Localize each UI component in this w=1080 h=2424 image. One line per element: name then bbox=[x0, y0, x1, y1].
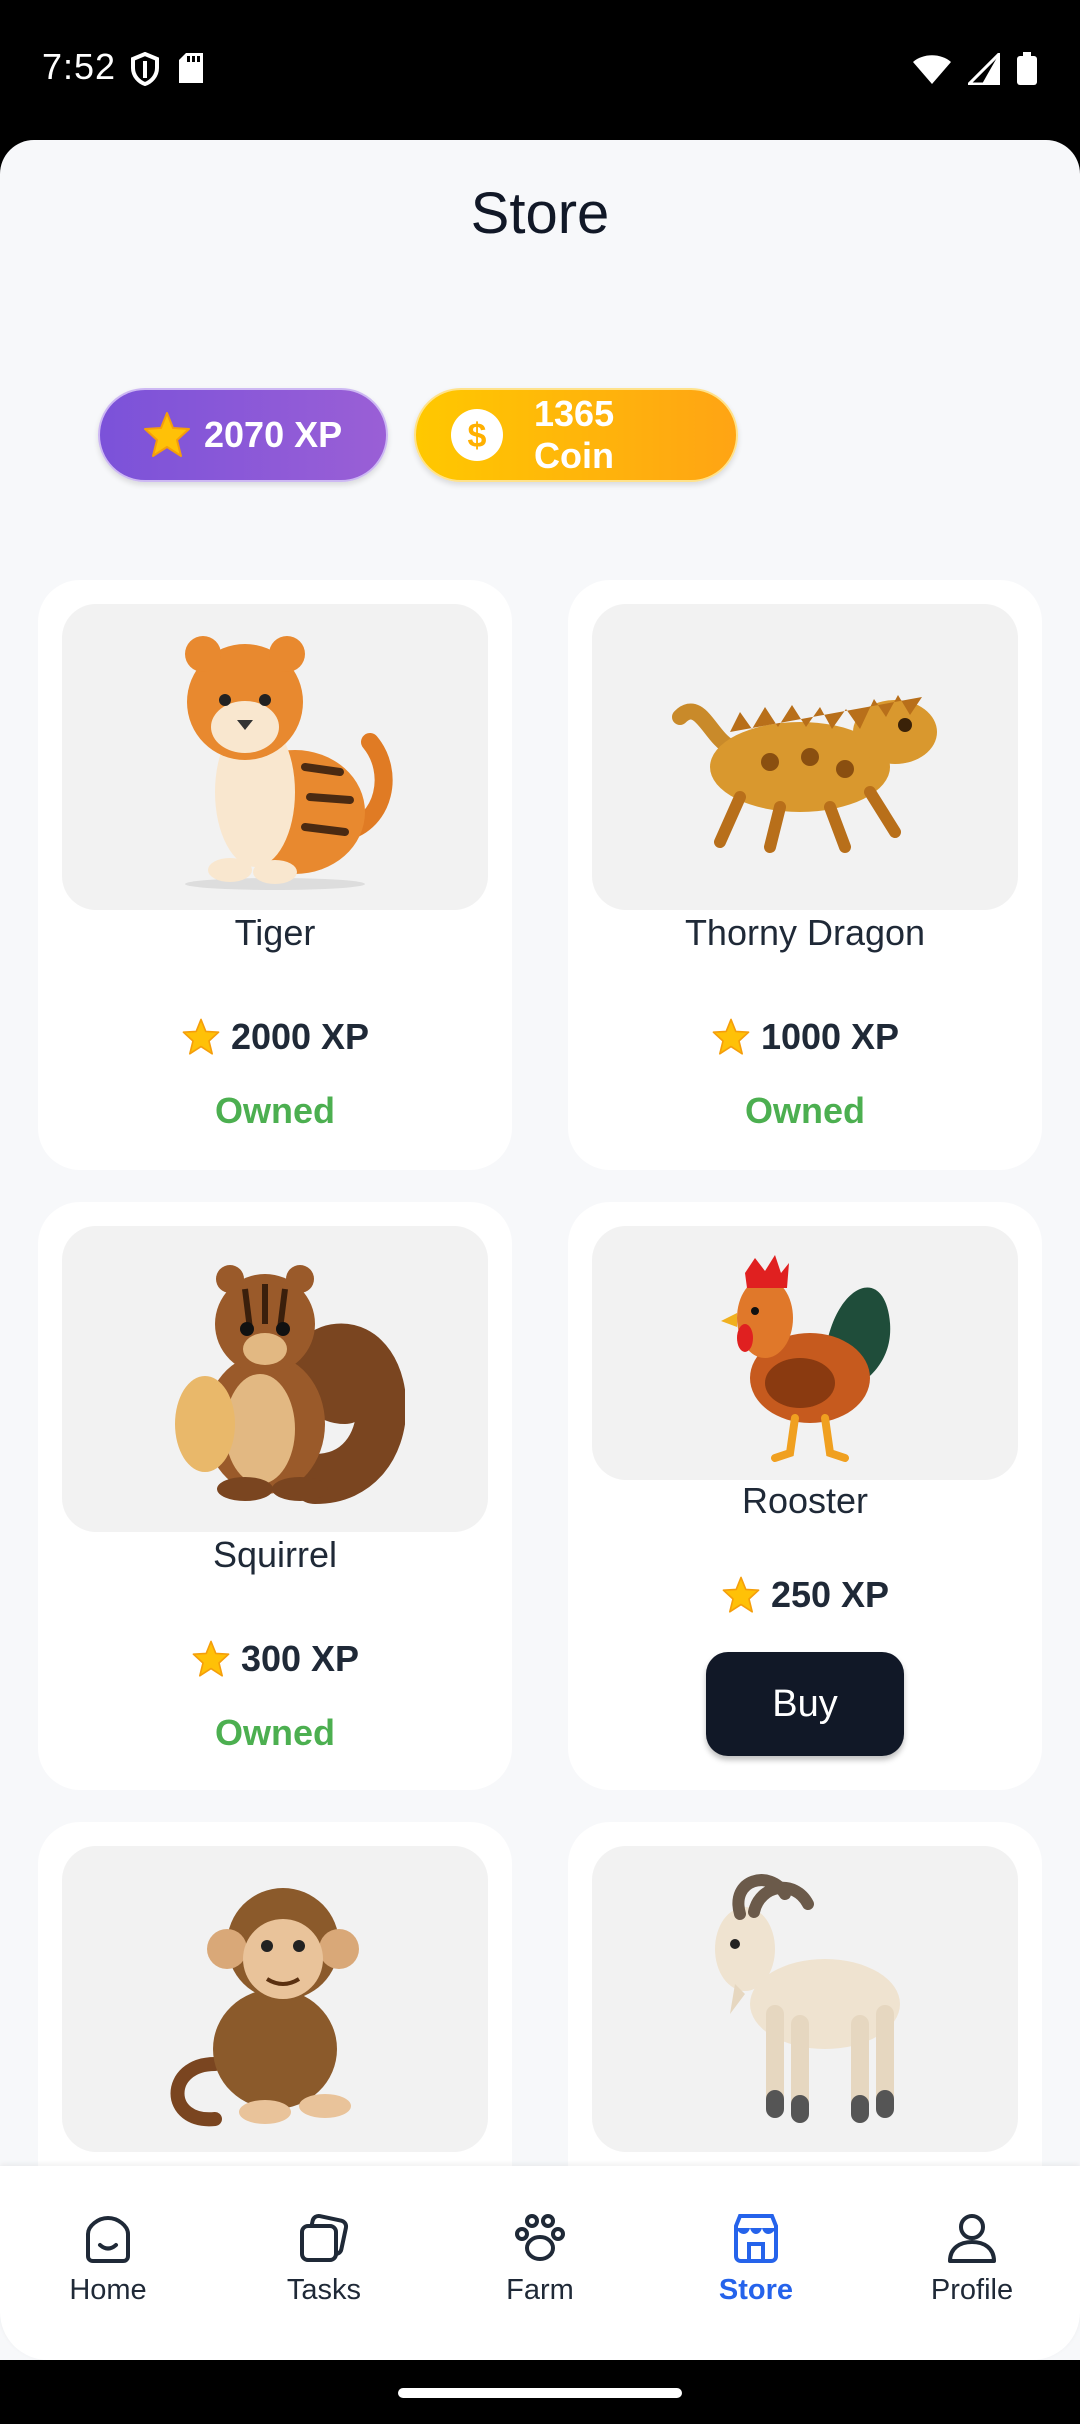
item-price: 1000 XP bbox=[568, 1016, 1042, 1058]
goat-image bbox=[592, 1846, 1018, 2152]
coin-balance-value: 1365 Coin bbox=[534, 393, 615, 476]
rooster-icon bbox=[721, 1255, 891, 1462]
store-item-card[interactable] bbox=[568, 1822, 1042, 2222]
item-name: Rooster bbox=[741, 1480, 869, 1521]
item-price-value: 1000 XP bbox=[760, 1016, 900, 1057]
item-name: Tiger bbox=[234, 912, 316, 953]
nav-store-label: Store bbox=[718, 2274, 794, 2306]
xp-balance-badge: 2070 XP bbox=[98, 388, 388, 482]
item-price-value: 2000 XP bbox=[230, 1016, 370, 1057]
profile-icon bbox=[948, 2214, 996, 2263]
tiger-image bbox=[62, 604, 488, 910]
store-item-card[interactable]: Rooster 250 XP Buy bbox=[568, 1202, 1042, 1790]
store-item-card[interactable]: Thorny Dragon 1000 XP Owned bbox=[568, 580, 1042, 1170]
home-gesture-bar[interactable] bbox=[398, 2388, 682, 2398]
store-icon bbox=[734, 2214, 778, 2263]
signal-icon bbox=[968, 53, 1000, 85]
store-item-card[interactable]: Tiger 2000 XP Owned bbox=[38, 580, 512, 1170]
item-name: Squirrel bbox=[212, 1534, 338, 1575]
monkey-image bbox=[62, 1846, 488, 2152]
monkey-icon bbox=[170, 1888, 359, 2127]
status-time: 7:52 bbox=[42, 46, 117, 87]
nav-profile-label: Profile bbox=[930, 2274, 1014, 2306]
status-bar: 7:52 bbox=[0, 0, 1080, 140]
nav-tasks-label: Tasks bbox=[286, 2274, 362, 2306]
screen: 7:52 Store 2070 XP $ 1365 Coin Tiger 200… bbox=[0, 0, 1080, 2424]
star-icon bbox=[722, 1576, 760, 1613]
nav-home[interactable]: Home bbox=[0, 2166, 216, 2360]
coin-balance-badge: $ 1365 Coin bbox=[414, 388, 738, 482]
nav-farm[interactable]: Farm bbox=[432, 2166, 648, 2360]
thorny-dragon-image bbox=[592, 604, 1018, 910]
squirrel-icon bbox=[175, 1265, 405, 1504]
wifi-icon bbox=[913, 55, 951, 84]
star-icon bbox=[144, 412, 190, 457]
owned-label: Owned bbox=[214, 1712, 335, 1753]
item-price-value: 300 XP bbox=[240, 1638, 360, 1679]
store-screen: Store 2070 XP $ 1365 Coin Tiger 2000 XP … bbox=[0, 140, 1080, 2360]
tasks-icon bbox=[300, 2213, 349, 2262]
store-item-card[interactable]: Squirrel 300 XP Owned bbox=[38, 1202, 512, 1790]
shield-icon bbox=[131, 52, 159, 86]
item-price: 300 XP bbox=[38, 1638, 512, 1680]
thorny-dragon-icon bbox=[672, 695, 937, 853]
squirrel-image bbox=[62, 1226, 488, 1532]
star-icon bbox=[192, 1640, 230, 1677]
nav-home-label: Home bbox=[69, 2274, 147, 2306]
xp-balance-value: 2070 XP bbox=[204, 414, 343, 455]
item-price: 2000 XP bbox=[38, 1016, 512, 1058]
store-item-card[interactable] bbox=[38, 1822, 512, 2222]
tiger-icon bbox=[185, 636, 393, 890]
battery-icon bbox=[1017, 52, 1037, 85]
sd-card-icon bbox=[179, 53, 203, 83]
balance-row: 2070 XP $ 1365 Coin bbox=[98, 388, 738, 482]
paw-icon bbox=[515, 2214, 565, 2261]
nav-tasks[interactable]: Tasks bbox=[216, 2166, 432, 2360]
nav-farm-label: Farm bbox=[506, 2274, 574, 2306]
bottom-navigation: Home Tasks Farm Store Profile bbox=[0, 2166, 1080, 2360]
star-icon bbox=[182, 1018, 220, 1055]
dollar-coin-icon: $ bbox=[451, 409, 503, 461]
rooster-image bbox=[592, 1226, 1018, 1480]
owned-label: Owned bbox=[744, 1090, 865, 1131]
item-name: Thorny Dragon bbox=[684, 912, 926, 953]
goat-icon bbox=[715, 1874, 900, 2123]
home-icon bbox=[86, 2215, 130, 2263]
nav-store[interactable]: Store bbox=[648, 2166, 864, 2360]
svg-text:$: $ bbox=[468, 417, 487, 455]
nav-profile[interactable]: Profile bbox=[864, 2166, 1080, 2360]
item-price: 250 XP bbox=[568, 1574, 1042, 1616]
buy-button[interactable]: Buy bbox=[706, 1652, 904, 1756]
page-title: Store bbox=[470, 181, 610, 246]
owned-label: Owned bbox=[214, 1090, 335, 1131]
item-price-value: 250 XP bbox=[770, 1574, 890, 1615]
star-icon bbox=[712, 1018, 750, 1055]
